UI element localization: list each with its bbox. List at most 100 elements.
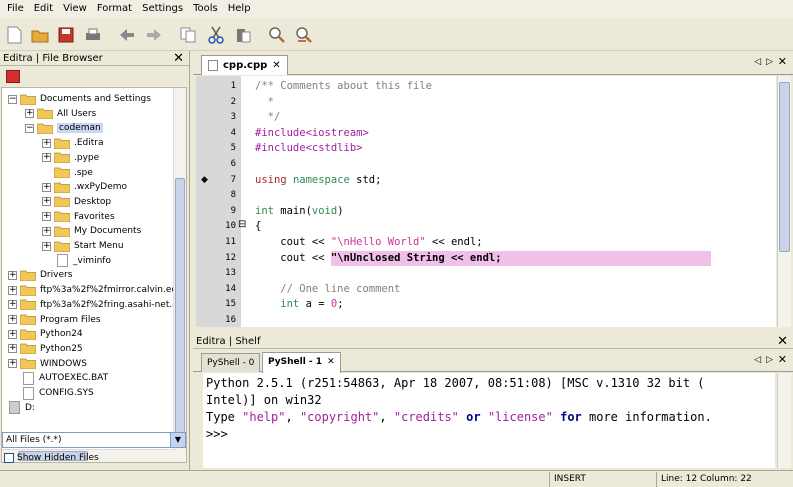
scrollbar-thumb[interactable] [779, 82, 790, 252]
expand-icon[interactable]: + [42, 226, 51, 236]
show-hidden-checkbox[interactable] [4, 453, 14, 463]
tree-item[interactable]: _viminfo [42, 254, 111, 268]
close-icon[interactable]: ✕ [272, 60, 280, 71]
tree-item[interactable]: + Desktop [42, 195, 111, 209]
scrollbar-thumb[interactable] [175, 178, 185, 438]
fold-toggle-icon[interactable]: ⊟ [238, 219, 246, 230]
close-icon[interactable]: ✕ [327, 357, 335, 367]
code-line: cout << "\nHello World" << endl; [249, 235, 482, 250]
expand-icon[interactable]: + [8, 315, 17, 324]
expand-icon[interactable]: + [42, 197, 51, 207]
save-icon[interactable] [56, 25, 76, 45]
collapse-icon[interactable]: − [25, 123, 34, 133]
find-replace-icon[interactable] [294, 25, 314, 45]
tree-item[interactable]: + My Documents [42, 224, 141, 238]
back-arrow-icon[interactable] [117, 25, 137, 45]
expand-icon[interactable]: + [42, 241, 51, 251]
show-hidden-label: Show Hidden Files [17, 453, 99, 463]
tree-item[interactable]: + Drivers [8, 268, 72, 282]
editor-vertical-scrollbar[interactable] [777, 76, 791, 327]
folder-icon [54, 226, 70, 237]
menu-help[interactable]: Help [223, 0, 256, 18]
menu-format[interactable]: Format [92, 0, 137, 18]
tree-item[interactable]: + ftp%3a%2f%2fring.asahi-net.c [8, 298, 177, 312]
folder-icon [54, 138, 70, 149]
code-token: ; [337, 298, 344, 311]
menu-edit[interactable]: Edit [29, 0, 58, 18]
tree-item[interactable]: − codeman [25, 121, 103, 135]
open-folder-icon[interactable] [30, 25, 50, 45]
tree-item-label: codeman [57, 123, 103, 134]
tree-item-label: Drivers [40, 270, 73, 281]
tree-item-label: WINDOWS [40, 358, 87, 369]
collapse-icon[interactable]: − [8, 94, 17, 104]
tab-scroll-left-icon[interactable]: ◁ [754, 57, 761, 67]
paste-icon[interactable] [233, 25, 253, 45]
forward-arrow-icon[interactable] [144, 25, 164, 45]
tree-item[interactable]: − Documents and Settings [8, 92, 151, 106]
folder-icon [37, 108, 53, 120]
tree-item[interactable]: AUTOEXEC.BAT [8, 371, 108, 385]
tree-item[interactable]: + Favorites [42, 210, 115, 224]
expand-icon[interactable]: + [8, 270, 17, 280]
tab-scroll-right-icon[interactable]: ▷ [766, 355, 773, 365]
menu-tools[interactable]: Tools [188, 0, 223, 18]
code-area[interactable]: /** Comments about this file * */ #includ… [249, 76, 776, 327]
tree-item[interactable]: D: [6, 401, 35, 415]
tree-item[interactable]: + WINDOWS [8, 357, 87, 371]
expand-icon[interactable]: + [25, 109, 34, 119]
expand-icon[interactable]: + [8, 329, 17, 339]
close-icon[interactable]: ✕ [173, 51, 184, 66]
tree-item-label: .Editra [74, 138, 104, 149]
expand-icon[interactable]: + [42, 182, 51, 192]
tree-item[interactable]: + Start Menu [42, 239, 124, 253]
bookmark-icon[interactable] [6, 70, 20, 83]
close-icon[interactable]: ✕ [778, 55, 787, 68]
show-hidden-files-option[interactable]: Show Hidden Files [4, 453, 99, 463]
menu-settings[interactable]: Settings [137, 0, 188, 18]
cut-icon[interactable] [206, 25, 226, 45]
print-icon[interactable] [83, 25, 103, 45]
bookmark-marker-icon[interactable]: ◆ [201, 175, 208, 185]
code-token: "\nHello World" [330, 236, 426, 248]
expand-icon[interactable]: + [8, 344, 17, 354]
menu-view[interactable]: View [58, 0, 92, 18]
menu-file[interactable]: File [2, 0, 29, 18]
tree-item[interactable]: + .wxPyDemo [42, 180, 127, 194]
shell-vertical-scrollbar[interactable] [777, 373, 791, 468]
expand-icon[interactable]: + [8, 300, 17, 310]
new-file-icon[interactable] [4, 25, 24, 45]
file-tree[interactable]: − Documents and Settings + All Users − codema… [1, 87, 187, 463]
tree-item[interactable]: + ftp%3a%2f%2fmirror.calvin.ed [8, 283, 177, 297]
tab-scroll-right-icon[interactable]: ▷ [766, 57, 773, 67]
find-icon[interactable] [267, 25, 287, 45]
python-shell-output[interactable]: Python 2.5.1 (r251:54863, Apr 18 2007, 0… [203, 373, 775, 468]
tree-item[interactable]: + .pype [42, 151, 99, 165]
chevron-down-icon[interactable]: ▼ [170, 433, 185, 447]
tab-scroll-left-icon[interactable]: ◁ [754, 355, 761, 365]
expand-icon[interactable]: + [8, 359, 17, 369]
tree-item[interactable]: CONFIG.SYS [8, 386, 94, 400]
tree-item[interactable]: + .Editra [42, 136, 104, 150]
tab-cpp-cpp[interactable]: cpp.cpp ✕ [201, 55, 288, 75]
code-token: * [255, 95, 274, 108]
tab-pyshell-0[interactable]: PyShell - 0 [201, 353, 261, 372]
tab-pyshell-1[interactable]: PyShell - 1 ✕ [262, 352, 341, 373]
tree-item[interactable]: + Program Files [8, 313, 101, 327]
expand-icon[interactable]: + [42, 153, 51, 163]
tree-item[interactable]: + Python25 [8, 342, 83, 356]
expand-icon[interactable]: + [42, 138, 51, 148]
close-icon[interactable]: ✕ [777, 334, 788, 349]
copy-icon[interactable] [178, 25, 198, 45]
close-icon[interactable]: ✕ [778, 353, 787, 366]
shell-token [553, 410, 560, 424]
code-token: main( [273, 204, 312, 217]
tree-item[interactable]: .spe [42, 166, 93, 180]
menu-bar: File Edit View Format Settings Tools Hel… [0, 0, 793, 18]
expand-icon[interactable]: + [8, 285, 17, 295]
file-tree-vertical-scrollbar[interactable] [173, 88, 186, 462]
tree-item[interactable]: + Python24 [8, 327, 83, 341]
expand-icon[interactable]: + [42, 212, 51, 222]
tree-item[interactable]: + All Users [25, 107, 96, 121]
file-filter-select[interactable]: All Files (*.*) ▼ [2, 432, 186, 448]
